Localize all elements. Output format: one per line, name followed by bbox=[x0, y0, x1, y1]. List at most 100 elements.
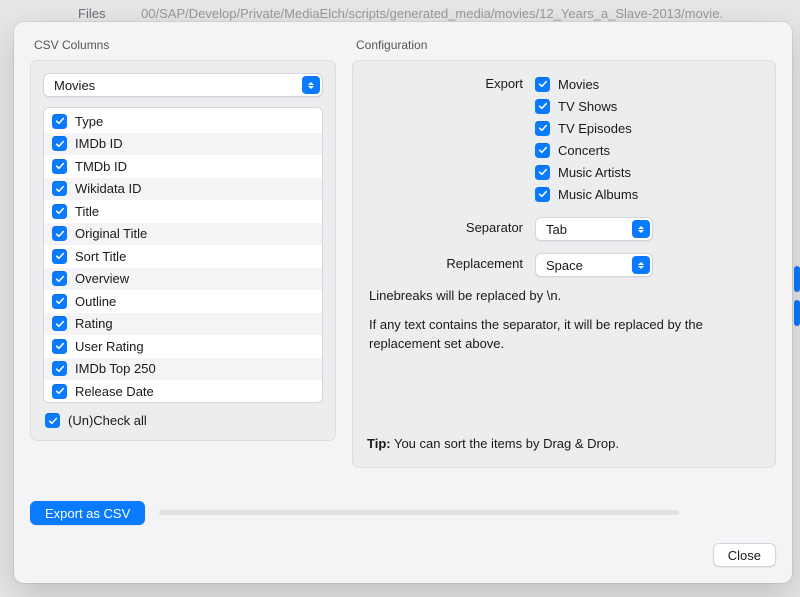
background-decoration bbox=[794, 300, 800, 326]
checkmark-icon bbox=[538, 101, 548, 111]
column-label: IMDb ID bbox=[75, 136, 123, 151]
export-progress-bar bbox=[159, 510, 679, 515]
column-checkbox[interactable] bbox=[52, 159, 67, 174]
column-checkbox[interactable] bbox=[52, 316, 67, 331]
column-row[interactable]: Rating bbox=[44, 313, 322, 336]
checkmark-icon bbox=[538, 123, 548, 133]
column-checkbox[interactable] bbox=[52, 204, 67, 219]
column-label: TMDb ID bbox=[75, 159, 127, 174]
column-row[interactable]: IMDb Top 250 bbox=[44, 358, 322, 381]
updown-icon bbox=[632, 220, 650, 238]
checkmark-icon bbox=[55, 274, 65, 284]
columns-source-select[interactable]: Movies bbox=[43, 73, 323, 97]
checkmark-icon bbox=[55, 206, 65, 216]
export-option-label: Concerts bbox=[558, 143, 610, 158]
checkmark-icon bbox=[55, 116, 65, 126]
columns-source-value: Movies bbox=[54, 78, 95, 93]
export-checkbox[interactable] bbox=[535, 99, 550, 114]
column-label: Title bbox=[75, 204, 99, 219]
checkmark-icon bbox=[538, 79, 548, 89]
export-checkbox[interactable] bbox=[535, 143, 550, 158]
export-option: Music Albums bbox=[535, 183, 763, 205]
column-row[interactable]: Wikidata ID bbox=[44, 178, 322, 201]
column-row[interactable]: Overview bbox=[44, 268, 322, 291]
column-checkbox[interactable] bbox=[52, 384, 67, 399]
close-button[interactable]: Close bbox=[713, 543, 776, 567]
column-label: Wikidata ID bbox=[75, 181, 141, 196]
checkmark-icon bbox=[55, 386, 65, 396]
separator-select[interactable]: Tab bbox=[535, 217, 653, 241]
column-checkbox[interactable] bbox=[52, 226, 67, 241]
export-option-label: Music Albums bbox=[558, 187, 638, 202]
export-option: TV Shows bbox=[535, 95, 763, 117]
column-checkbox[interactable] bbox=[52, 361, 67, 376]
replacement-select[interactable]: Space bbox=[535, 253, 653, 277]
configuration-panel: Export Movies TV Shows TV Episodes Concerts… bbox=[352, 60, 776, 468]
column-checkbox[interactable] bbox=[52, 249, 67, 264]
updown-icon bbox=[632, 256, 650, 274]
check-all-label: (Un)Check all bbox=[68, 413, 147, 428]
configuration-title: Configuration bbox=[356, 38, 776, 52]
column-label: IMDb Top 250 bbox=[75, 361, 156, 376]
checkmark-icon bbox=[538, 145, 548, 155]
export-checkbox[interactable] bbox=[535, 121, 550, 136]
column-label: Original Title bbox=[75, 226, 147, 241]
linebreak-note: Linebreaks will be replaced by \n. bbox=[369, 287, 759, 306]
separator-note: If any text contains the separator, it w… bbox=[369, 316, 759, 354]
column-row[interactable]: IMDb ID bbox=[44, 133, 322, 156]
column-checkbox[interactable] bbox=[52, 114, 67, 129]
export-checkbox[interactable] bbox=[535, 187, 550, 202]
columns-list: Type IMDb ID TMDb ID Wikidata ID Title Origin… bbox=[43, 107, 323, 403]
background-decoration bbox=[794, 266, 800, 292]
columns-scroll[interactable]: Type IMDb ID TMDb ID Wikidata ID Title Origin… bbox=[44, 108, 322, 402]
replacement-label: Replacement bbox=[365, 253, 535, 271]
column-row[interactable]: TMDb ID bbox=[44, 155, 322, 178]
background-path-text: Files 00/SAP/Develop/Private/MediaElch/s… bbox=[0, 6, 800, 21]
column-row[interactable]: Release Date bbox=[44, 380, 322, 402]
column-row[interactable]: Title bbox=[44, 200, 322, 223]
check-all-checkbox[interactable] bbox=[45, 413, 60, 428]
column-label: Overview bbox=[75, 271, 129, 286]
column-label: Type bbox=[75, 114, 103, 129]
column-checkbox[interactable] bbox=[52, 181, 67, 196]
column-checkbox[interactable] bbox=[52, 271, 67, 286]
export-option-label: TV Shows bbox=[558, 99, 617, 114]
export-option: TV Episodes bbox=[535, 117, 763, 139]
checkmark-icon bbox=[55, 229, 65, 239]
export-label: Export bbox=[365, 73, 535, 91]
export-option: Movies bbox=[535, 73, 763, 95]
separator-value: Tab bbox=[546, 222, 567, 237]
checkmark-icon bbox=[538, 167, 548, 177]
checkmark-icon bbox=[538, 189, 548, 199]
export-checkbox[interactable] bbox=[535, 77, 550, 92]
separator-label: Separator bbox=[365, 217, 535, 235]
replacement-value: Space bbox=[546, 258, 583, 273]
column-row[interactable]: Original Title bbox=[44, 223, 322, 246]
checkmark-icon bbox=[55, 341, 65, 351]
column-label: Release Date bbox=[75, 384, 154, 399]
checkmark-icon bbox=[55, 139, 65, 149]
export-option: Music Artists bbox=[535, 161, 763, 183]
checkmark-icon bbox=[55, 184, 65, 194]
column-row[interactable]: Type bbox=[44, 110, 322, 133]
export-option-label: TV Episodes bbox=[558, 121, 632, 136]
column-checkbox[interactable] bbox=[52, 339, 67, 354]
tip-text: Tip: You can sort the items by Drag & Dr… bbox=[367, 436, 761, 451]
export-csv-sheet: CSV Columns Movies TypeIMDb IDTMDb IDWik… bbox=[14, 22, 792, 583]
column-row[interactable]: Sort Title bbox=[44, 245, 322, 268]
checkmark-icon bbox=[48, 416, 58, 426]
export-option: Concerts bbox=[535, 139, 763, 161]
checkmark-icon bbox=[55, 251, 65, 261]
column-label: User Rating bbox=[75, 339, 144, 354]
column-checkbox[interactable] bbox=[52, 294, 67, 309]
checkmark-icon bbox=[55, 319, 65, 329]
column-label: Outline bbox=[75, 294, 116, 309]
column-checkbox[interactable] bbox=[52, 136, 67, 151]
column-row[interactable]: Outline bbox=[44, 290, 322, 313]
column-row[interactable]: User Rating bbox=[44, 335, 322, 358]
checkmark-icon bbox=[55, 364, 65, 374]
export-checkbox[interactable] bbox=[535, 165, 550, 180]
checkmark-icon bbox=[55, 161, 65, 171]
updown-icon bbox=[302, 76, 320, 94]
export-as-csv-button[interactable]: Export as CSV bbox=[30, 501, 145, 525]
